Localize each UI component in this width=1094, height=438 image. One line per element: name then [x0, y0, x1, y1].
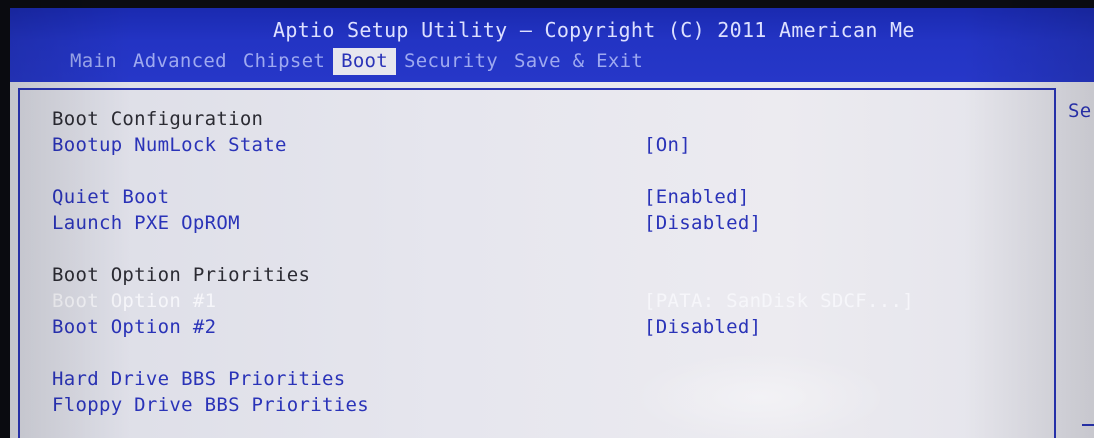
setting-launch-pxe-label[interactable]: Launch PXE OpROM: [52, 212, 240, 234]
setting-quiet-boot-value[interactable]: [Enabled]: [644, 186, 750, 208]
header-bar: Aptio Setup Utility – Copyright (C) 2011…: [10, 8, 1094, 82]
tab-main[interactable]: Main: [62, 48, 125, 75]
setting-boot-option-1-value[interactable]: [PATA: SanDisk SDCF...]: [644, 290, 914, 312]
screen: Aptio Setup Utility – Copyright (C) 2011…: [0, 0, 1094, 438]
submenu-hard-drive-bbs[interactable]: Hard Drive BBS Priorities: [52, 368, 345, 390]
tab-chipset[interactable]: Chipset: [235, 48, 333, 75]
setting-boot-option-2-value[interactable]: [Disabled]: [644, 316, 761, 338]
frame-top-border: [18, 88, 1054, 90]
setting-bootup-numlock-value[interactable]: [On]: [644, 134, 691, 156]
tab-advanced[interactable]: Advanced: [125, 48, 235, 75]
tab-security[interactable]: Security: [396, 48, 506, 75]
help-text: Se: [1068, 100, 1092, 122]
bios-setup-window: Aptio Setup Utility – Copyright (C) 2011…: [10, 8, 1094, 438]
settings-panel: Se Boot Configuration Bootup NumLock Sta…: [10, 82, 1094, 438]
help-bottom-border: [1082, 424, 1094, 426]
setting-quiet-boot-label[interactable]: Quiet Boot: [52, 186, 169, 208]
setting-bootup-numlock-label[interactable]: Bootup NumLock State: [52, 134, 287, 156]
menu-tabs: Main Advanced Chipset Boot Security Save…: [62, 48, 651, 75]
frame-left-border: [18, 88, 20, 438]
window-title: Aptio Setup Utility – Copyright (C) 2011…: [273, 18, 915, 42]
setting-boot-option-2-label[interactable]: Boot Option #2: [52, 316, 216, 338]
tab-boot[interactable]: Boot: [333, 48, 397, 75]
screen-glare: [630, 352, 890, 438]
section-boot-option-priorities: Boot Option Priorities: [52, 264, 311, 286]
help-divider: [1054, 88, 1056, 438]
tab-save-exit[interactable]: Save & Exit: [506, 48, 651, 75]
setting-launch-pxe-value[interactable]: [Disabled]: [644, 212, 761, 234]
setting-boot-option-1-label[interactable]: Boot Option #1: [52, 290, 216, 312]
section-boot-configuration: Boot Configuration: [52, 108, 264, 130]
submenu-floppy-drive-bbs[interactable]: Floppy Drive BBS Priorities: [52, 394, 369, 416]
